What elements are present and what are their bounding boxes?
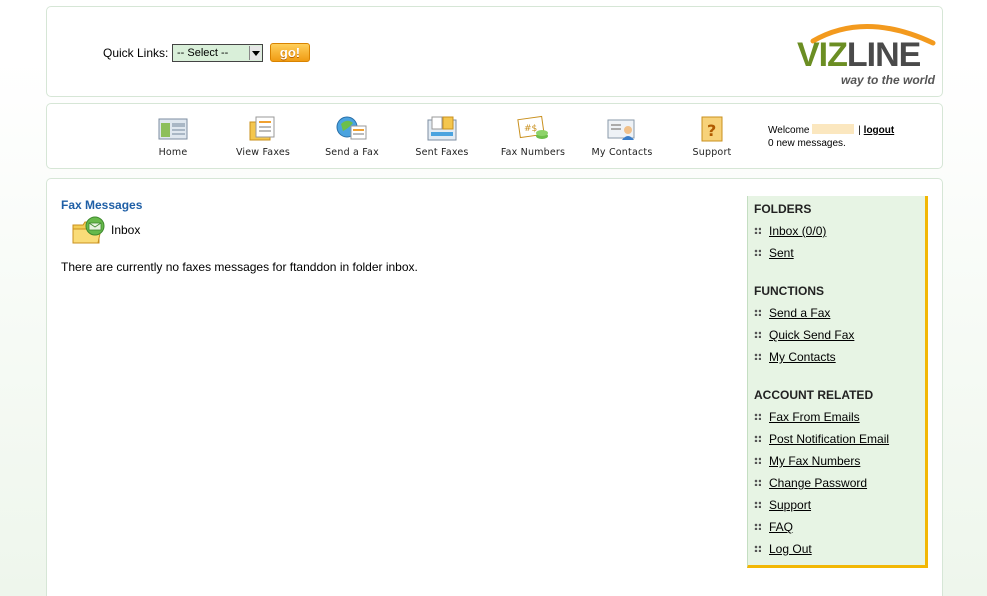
logout-link[interactable]: logout	[864, 125, 895, 136]
bullet-icon	[754, 413, 761, 420]
quick-links-select[interactable]: -- Select --	[172, 44, 263, 62]
bullet-icon	[754, 479, 761, 486]
nav-support[interactable]: ? Support	[672, 114, 752, 158]
nav-my-contacts-label: My Contacts	[591, 147, 653, 158]
vizline-logo[interactable]: VIZLINE way to the world	[795, 17, 937, 87]
chevron-down-icon[interactable]	[249, 46, 261, 60]
nav-send-fax-label: Send a Fax	[325, 147, 379, 158]
sidebar-link-quick-send-fax[interactable]: Quick Send Fax	[754, 328, 854, 342]
page-title: Fax Messages	[61, 198, 143, 212]
bullet-icon	[754, 331, 761, 338]
empty-message: There are currently no faxes messages fo…	[61, 260, 418, 274]
view-faxes-icon	[249, 116, 275, 141]
logo-tagline: way to the world	[841, 73, 936, 87]
sidebar-link-support[interactable]: Support	[754, 498, 811, 512]
sidebar: FOLDERS Inbox (0/0) Sent FUNCTIONS Send …	[747, 196, 928, 568]
sidebar-link-faq[interactable]: FAQ	[754, 520, 793, 534]
contacts-icon	[607, 119, 635, 140]
sidebar-link-log-out[interactable]: Log Out	[754, 542, 812, 556]
sidebar-link-change-password[interactable]: Change Password	[754, 476, 867, 490]
sidebar-link-send-fax[interactable]: Send a Fax	[754, 306, 830, 320]
inbox-folder-icon	[72, 216, 105, 244]
redacted-username	[811, 124, 854, 134]
welcome-text: Welcome	[768, 125, 810, 136]
bullet-icon	[754, 523, 761, 530]
bullet-icon	[754, 249, 761, 256]
go-button[interactable]: go!	[270, 43, 310, 62]
bullet-icon	[754, 501, 761, 508]
sidebar-link-fax-from-emails[interactable]: Fax From Emails	[754, 410, 860, 424]
svg-text:?: ?	[707, 121, 716, 140]
main-nav: Home View Faxes Send a Fax Sent Faxes #$…	[46, 103, 943, 169]
home-icon	[158, 118, 188, 140]
sent-faxes-icon	[427, 116, 457, 141]
welcome-box: Welcome | logout 0 new messages.	[768, 124, 894, 150]
sidebar-link-sent[interactable]: Sent	[754, 246, 794, 260]
welcome-separator: |	[858, 125, 861, 136]
functions-heading: FUNCTIONS	[754, 284, 824, 298]
nav-send-fax[interactable]: Send a Fax	[312, 114, 392, 158]
sidebar-link-my-fax-numbers[interactable]: My Fax Numbers	[754, 454, 860, 468]
folder-name: Inbox	[111, 223, 141, 237]
nav-sent-faxes[interactable]: Sent Faxes	[402, 114, 482, 158]
header-panel: Quick Links: -- Select -- go! VIZLINE wa…	[46, 6, 943, 97]
fax-numbers-icon: #$	[517, 115, 548, 139]
nav-sent-faxes-label: Sent Faxes	[415, 147, 469, 158]
svg-text:#$: #$	[524, 124, 537, 134]
nav-view-faxes[interactable]: View Faxes	[223, 114, 303, 158]
nav-home-label: Home	[158, 147, 188, 158]
nav-home[interactable]: Home	[133, 114, 213, 158]
bullet-icon	[754, 435, 761, 442]
bullet-icon	[754, 353, 761, 360]
bullet-icon	[754, 227, 761, 234]
account-heading: ACCOUNT RELATED	[754, 388, 874, 402]
nav-view-faxes-label: View Faxes	[235, 147, 291, 158]
nav-fax-numbers-label: Fax Numbers	[500, 147, 566, 158]
sidebar-link-inbox[interactable]: Inbox (0/0)	[754, 224, 826, 238]
quick-links-select-value: -- Select --	[177, 47, 229, 59]
nav-my-contacts[interactable]: My Contacts	[582, 114, 662, 158]
sidebar-link-post-notification-email[interactable]: Post Notification Email	[754, 432, 889, 446]
quick-links-label: Quick Links:	[103, 46, 169, 60]
new-messages-text: 0 new messages.	[768, 138, 846, 149]
send-fax-icon	[336, 116, 367, 140]
nav-fax-numbers[interactable]: #$ Fax Numbers	[493, 114, 573, 158]
sidebar-link-my-contacts[interactable]: My Contacts	[754, 350, 836, 364]
support-icon: ?	[701, 116, 723, 142]
content-panel: Fax Messages Inbox There are currently n…	[46, 178, 943, 596]
folders-heading: FOLDERS	[754, 202, 812, 216]
logo-wordmark: VIZLINE	[797, 36, 921, 74]
bullet-icon	[754, 545, 761, 552]
nav-support-label: Support	[692, 147, 732, 158]
bullet-icon	[754, 309, 761, 316]
bullet-icon	[754, 457, 761, 464]
